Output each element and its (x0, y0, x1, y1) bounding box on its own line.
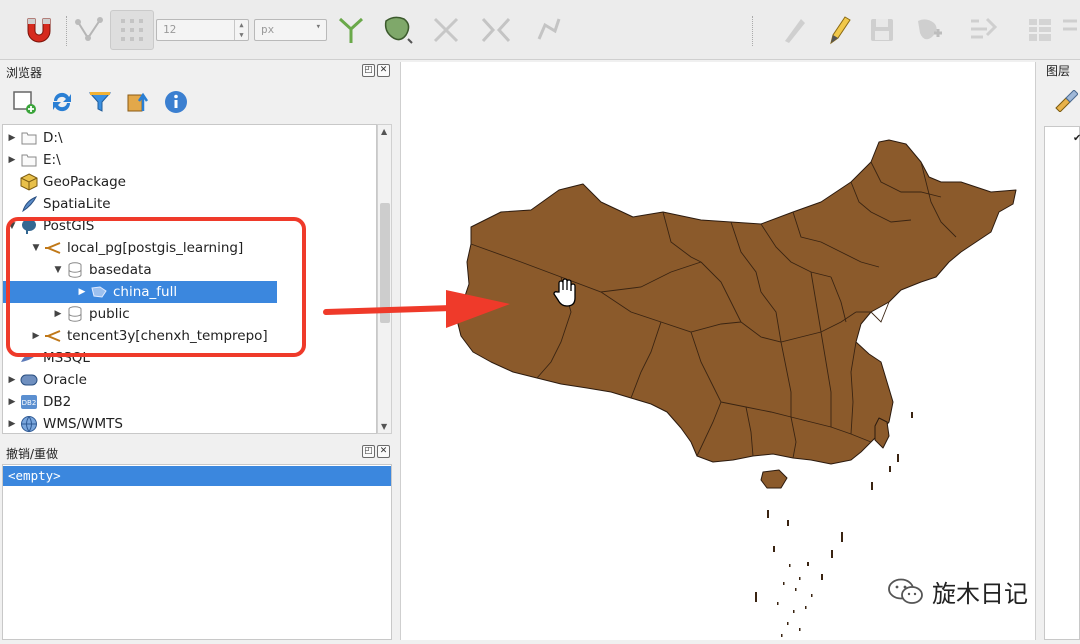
watermark-text: 旋木日记 (932, 580, 1028, 608)
snap-type-icon[interactable] (110, 10, 154, 50)
tree-item-label: Oracle (43, 372, 87, 388)
watermark: 旋木日记 (888, 574, 1028, 609)
undo-panel-title: 撤销/重做 (6, 447, 59, 461)
expand-arrow-icon[interactable]: ▶ (7, 375, 17, 385)
wms-icon (20, 415, 38, 433)
save-edits-icon[interactable] (864, 10, 900, 50)
intersect-icon[interactable] (428, 10, 464, 50)
expand-arrow-icon[interactable]: ▶ (7, 397, 17, 407)
magnet-icon[interactable] (20, 10, 56, 50)
collapse-all-icon[interactable] (124, 88, 152, 116)
spin-buttons[interactable]: ▲ ▼ (234, 20, 248, 40)
layer-style-icon[interactable] (1054, 89, 1079, 116)
add-selected-layers-icon[interactable] (10, 88, 38, 116)
hainan-island-polygon (760, 469, 788, 489)
oracle-icon (20, 371, 38, 389)
snap-unit-value: px (261, 23, 275, 36)
red-arrow-annotation (322, 286, 522, 338)
expand-arrow-icon[interactable]: ▶ (7, 419, 17, 429)
browser-panel-header: 浏览器 ◰ ✕ (0, 62, 392, 82)
db2-icon: DB2 (20, 393, 38, 411)
vertex-tool-icon[interactable] (72, 10, 108, 50)
close-panel-button[interactable]: ✕ (377, 445, 390, 458)
tree-item-oracle[interactable]: ▶ Oracle (3, 369, 87, 391)
tree-item-d-drive[interactable]: ▶ D:\ (3, 127, 63, 149)
tree-item-geopackage[interactable]: GeoPackage (3, 171, 126, 193)
spatialite-icon (20, 195, 38, 213)
snap-unit-select[interactable]: px ▾ (254, 19, 327, 41)
layers-list: ✔ (1044, 126, 1080, 640)
scroll-down-icon[interactable]: ▼ (381, 422, 387, 431)
undo-panel-header: 撤销/重做 ◰ ✕ (0, 443, 392, 463)
china-map (456, 139, 1017, 637)
tree-item-label: WMS/WMTS (43, 416, 123, 432)
expand-arrow-icon[interactable]: ▶ (7, 155, 17, 165)
undo-history-list: <empty> (2, 464, 392, 640)
tree-item-label: D:\ (43, 130, 63, 146)
add-feature-icon[interactable] (910, 10, 950, 50)
browser-panel-title: 浏览器 (6, 66, 43, 80)
filter-icon[interactable] (86, 88, 114, 116)
digitize-icon[interactable] (776, 10, 812, 50)
pencil-icon[interactable] (820, 10, 856, 50)
geopackage-icon (20, 173, 38, 191)
tree-item-spatialite[interactable]: SpatiaLite (3, 193, 111, 215)
tree-item-wms[interactable]: ▶ WMS/WMTS (3, 413, 123, 433)
more-tools-icon[interactable] (1060, 10, 1080, 50)
hand-cursor-icon (553, 278, 577, 312)
scroll-up-icon[interactable]: ▲ (381, 127, 387, 136)
tree-item-label: DB2 (43, 394, 72, 410)
map-canvas[interactable] (400, 62, 1036, 640)
tree-item-label: E:\ (43, 152, 61, 168)
snap-tolerance-value: 12 (163, 23, 177, 36)
edit-vertex-icon[interactable] (530, 10, 566, 50)
table-icon[interactable] (1020, 10, 1060, 50)
undo-item-empty[interactable]: <empty> (3, 466, 391, 486)
layer-checkbox-icon[interactable]: ✔ (1073, 133, 1080, 144)
info-icon[interactable] (162, 88, 190, 116)
taiwan-island-polygon (874, 417, 890, 449)
topology-icon[interactable] (378, 10, 420, 50)
close-panel-button[interactable]: ✕ (377, 64, 390, 77)
chevron-down-icon: ▾ (315, 22, 321, 32)
folder-icon (20, 129, 38, 147)
tree-item-db2[interactable]: ▶ DB2 DB2 (3, 391, 72, 413)
china-mainland-polygon (456, 139, 1017, 465)
undo-edit-icon[interactable] (960, 10, 1004, 50)
trace-icon[interactable] (334, 10, 368, 50)
refresh-icon[interactable] (48, 88, 76, 116)
highlight-annotation-box (6, 217, 306, 357)
expand-arrow-icon[interactable]: ▶ (7, 133, 17, 143)
float-panel-button[interactable]: ◰ (362, 445, 375, 458)
tree-item-label: SpatiaLite (43, 196, 111, 212)
layers-panel-title: 图层 (1046, 64, 1071, 78)
browser-toolbar (0, 84, 392, 120)
folder-icon (20, 151, 38, 169)
browser-scrollbar[interactable]: ▲ ▼ (377, 124, 392, 434)
float-panel-button[interactable]: ◰ (362, 64, 375, 77)
tree-item-e-drive[interactable]: ▶ E:\ (3, 149, 61, 171)
main-toolbar: 12 ▲ ▼ px ▾ (0, 0, 1080, 60)
tree-item-label: GeoPackage (43, 174, 126, 190)
split-icon[interactable] (474, 10, 518, 50)
snap-tolerance-input[interactable]: 12 ▲ ▼ (156, 19, 249, 41)
svg-text:DB2: DB2 (22, 399, 37, 407)
wechat-icon (888, 578, 923, 604)
